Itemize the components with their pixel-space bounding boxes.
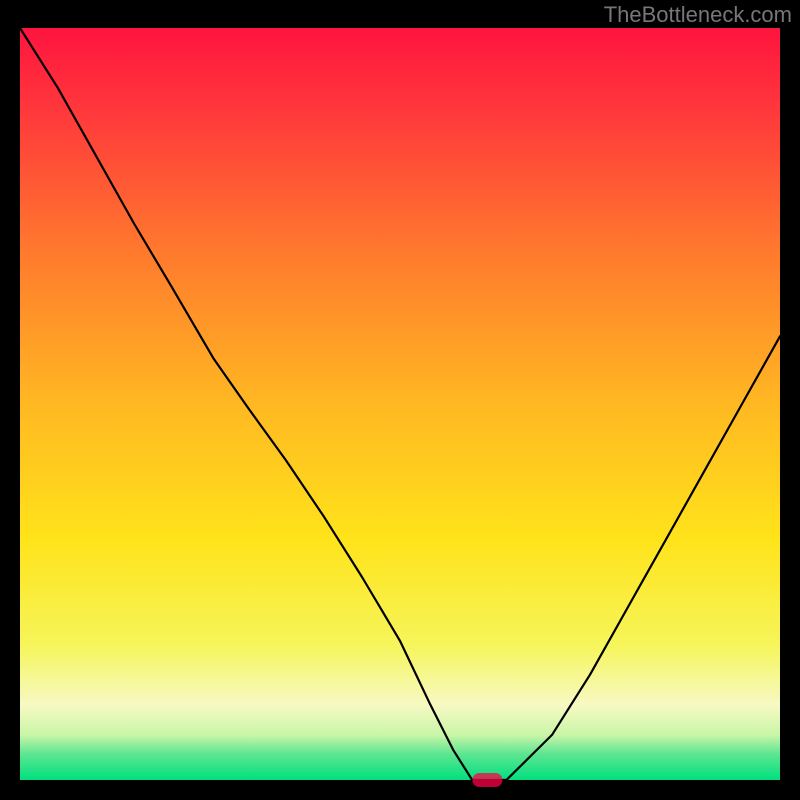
chart-background-gradient (20, 28, 780, 780)
optimal-point-marker (472, 773, 502, 787)
bottleneck-chart (0, 0, 800, 800)
watermark-text: TheBottleneck.com (604, 2, 792, 28)
